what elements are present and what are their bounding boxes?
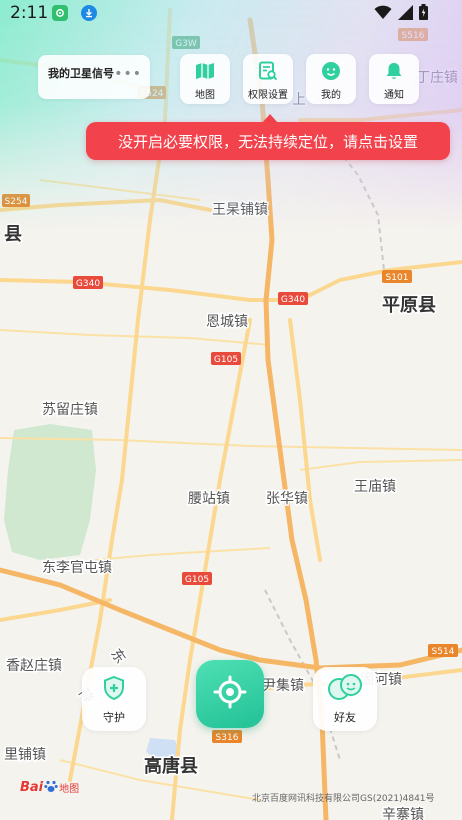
locate-crosshair-icon <box>213 675 247 713</box>
town-label: 张华镇 <box>266 491 308 507</box>
town-label: 王庙镇 <box>354 479 396 495</box>
baidu-logo-text-map: 地图 <box>59 784 80 795</box>
svg-text:S514: S514 <box>432 647 455 657</box>
guard-button-label: 守护 <box>103 711 125 724</box>
road-shield-s101: S101 <box>382 270 412 283</box>
town-label: 上 <box>292 92 306 108</box>
town-label: 苏留庄镇 <box>42 401 98 418</box>
town-label: 里铺镇 <box>4 747 46 763</box>
shield-plus-icon <box>101 675 127 705</box>
friends-button[interactable]: 好友 <box>313 667 377 731</box>
profile-face-icon <box>320 60 342 82</box>
download-icon <box>81 5 97 21</box>
satellite-signal-card[interactable]: 我的卫星信号 ••• <box>38 55 150 99</box>
locate-button[interactable] <box>196 660 264 728</box>
town-label: 香赵庄镇 <box>6 657 62 674</box>
cellular-signal-icon <box>398 4 413 24</box>
county-label: 平原县 <box>382 295 436 316</box>
permission-settings-icon <box>257 60 279 82</box>
guard-button[interactable]: 守护 <box>82 667 146 731</box>
permission-settings-button[interactable]: 权限设置 <box>243 54 293 104</box>
road-shield-s516: S516 <box>398 28 428 41</box>
battery-icon <box>419 4 428 24</box>
friends-button-label: 好友 <box>334 711 356 724</box>
status-right-icons <box>374 4 428 24</box>
road-shield-g105: G105 <box>182 572 212 585</box>
svg-text:G105: G105 <box>185 575 209 585</box>
svg-text:S101: S101 <box>386 273 409 283</box>
bell-icon <box>383 60 405 82</box>
town-label: 恩城镇 <box>206 314 248 330</box>
town-label: 辛寨镇 <box>382 806 424 820</box>
svg-text:S316: S316 <box>216 733 239 743</box>
road-shield-s254: S254 <box>2 194 30 207</box>
wifi-icon <box>374 5 392 24</box>
town-label: 王杲铺镇 <box>212 202 268 218</box>
road-shield-s316: S316 <box>212 730 242 743</box>
town-label: 尹集镇 <box>262 677 304 694</box>
svg-text:G340: G340 <box>76 279 100 289</box>
road-shield-g105: G105 <box>211 352 241 365</box>
road-shield-g340: G340 <box>73 276 103 289</box>
notification-button[interactable]: 通知 <box>369 54 419 104</box>
profile-button[interactable]: 我的 <box>306 54 356 104</box>
svg-text:G340: G340 <box>281 295 305 305</box>
baidu-logo-text: Bai <box>20 780 44 795</box>
map-copyright: 北京百度网讯科技有限公司GS(2021)4841号 <box>252 794 435 804</box>
road-shield-g3w: G3W <box>172 36 200 49</box>
road-shield-s514: S514 <box>428 644 458 657</box>
map-button[interactable]: 地图 <box>180 54 230 104</box>
map-button-label: 地图 <box>195 90 215 101</box>
town-label: 丁庄镇 <box>416 69 458 86</box>
notification-button-label: 通知 <box>384 90 404 101</box>
svg-text:G3W: G3W <box>175 39 197 49</box>
green-area <box>4 424 96 560</box>
more-dots-icon: ••• <box>114 66 142 82</box>
town-label: 东李官屯镇 <box>42 560 112 576</box>
profile-button-label: 我的 <box>321 90 341 101</box>
svg-text:S254: S254 <box>5 197 28 207</box>
map-icon <box>194 60 216 82</box>
county-label: 县 <box>4 224 22 245</box>
status-bar: 2:11 <box>0 0 462 26</box>
permission-settings-label: 权限设置 <box>248 90 288 101</box>
town-label: 腰站镇 <box>188 491 230 507</box>
svg-text:G105: G105 <box>214 355 238 365</box>
app-notification-icon <box>52 5 68 21</box>
baidu-paw-icon <box>44 778 58 797</box>
svg-text:S516: S516 <box>402 31 425 41</box>
permission-warning-text: 没开启必要权限，无法持续定位，请点击设置 <box>117 132 418 151</box>
permission-warning-tooltip[interactable]: 没开启必要权限，无法持续定位，请点击设置 <box>86 122 450 160</box>
status-time: 2:11 <box>10 3 49 23</box>
friends-faces-icon <box>325 673 365 705</box>
road-shield-g340: G340 <box>278 292 308 305</box>
baidu-map-logo: Bai 地图 <box>20 778 79 797</box>
county-label: 高唐县 <box>144 755 198 777</box>
satellite-signal-label: 我的卫星信号 <box>48 67 114 80</box>
